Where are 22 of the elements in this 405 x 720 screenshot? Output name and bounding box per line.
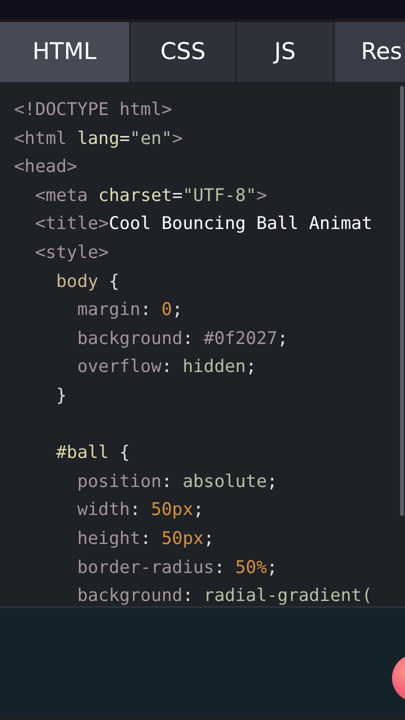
code-line: background: #0f2027; (76, 328, 289, 351)
scrollbar[interactable] (400, 86, 404, 516)
tab[interactable]: Res (335, 22, 405, 82)
code-line: <style> (34, 242, 110, 265)
code-line: <!DOCTYPE html> (14, 99, 174, 122)
tab[interactable]: CSS (131, 22, 237, 82)
code-line: width: 50px; (76, 499, 205, 522)
code-line: background: radial-gradient( (76, 585, 374, 606)
code-line: height: 50px; (76, 528, 216, 551)
code-line: border-radius: 50%; (76, 556, 278, 580)
code-line: <meta charset="UTF-8"> (34, 184, 268, 208)
code-line: position: absolute; (76, 470, 278, 494)
tab[interactable]: HTML (0, 22, 131, 82)
tab[interactable]: JS (237, 22, 335, 82)
code-line: body { (55, 270, 120, 294)
code-line: <head> (14, 156, 78, 180)
code-line: <title>Cool Bouncing Ball Animat (34, 213, 374, 236)
code-line: } (55, 384, 68, 408)
code-line: margin: 0; (76, 299, 184, 322)
code-line: <html lang="en"> (14, 128, 184, 151)
code-line: #ball { (55, 442, 131, 466)
code-line: overflow: hidden; (76, 356, 258, 380)
